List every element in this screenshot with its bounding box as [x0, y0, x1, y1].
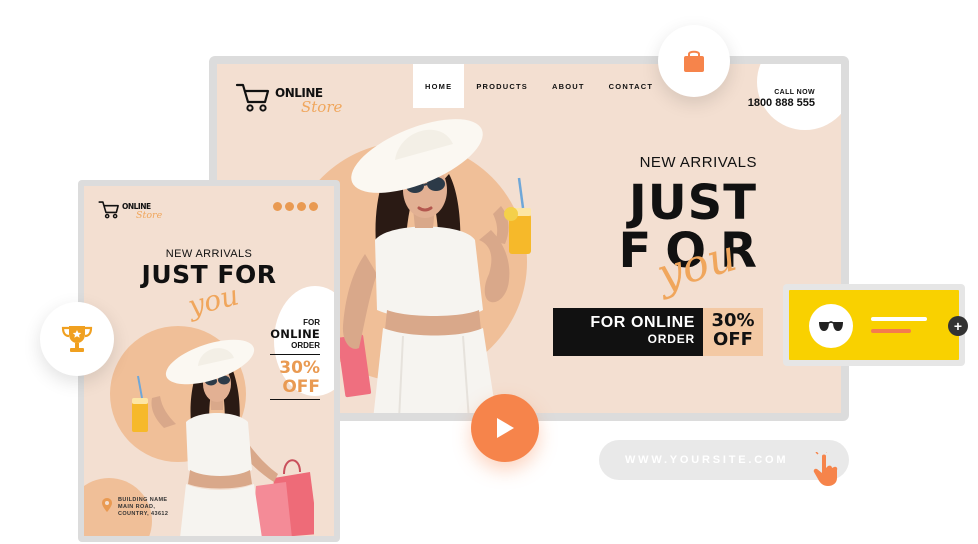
- promo-discount: 30% OFF: [703, 308, 763, 356]
- mobile-logo[interactable]: ONLINE Store: [98, 200, 168, 224]
- social-icons: [273, 202, 318, 211]
- promo-banner[interactable]: FOR ONLINE ORDER 30% OFF: [553, 308, 763, 356]
- shopping-bag-badge[interactable]: [658, 25, 730, 97]
- offer-off: OFF: [282, 377, 320, 397]
- sunglasses-icon: [819, 321, 843, 331]
- facebook-icon[interactable]: [285, 202, 294, 211]
- new-arrivals-label: NEW ARRIVALS: [639, 154, 757, 171]
- model-photo: [337, 119, 531, 413]
- call-now-number: 1800 888 555: [747, 97, 815, 109]
- twitter-icon[interactable]: [297, 202, 306, 211]
- mobile-mockup: ONLINE Store NEW ARRIVALS JUST FOR you F…: [78, 180, 340, 542]
- location-pin-icon: [102, 498, 112, 517]
- offer-discount: 30% OFF: [270, 359, 320, 400]
- mobile-address: BUILDING NAME MAIN ROAD, COUNTRY, 43612: [102, 497, 168, 518]
- top-nav: HOME PRODUCTS ABOUT CONTACT: [413, 64, 665, 108]
- feature-card-inner: [789, 290, 959, 360]
- promo-pct: 30%: [711, 310, 755, 331]
- stage: ONLINE Store HOME PRODUCTS ABOUT CONTACT…: [0, 0, 978, 544]
- cart-icon: [98, 200, 120, 220]
- call-now-label: CALL NOW: [774, 89, 815, 96]
- promo-line2: ORDER: [647, 332, 695, 346]
- cart-icon: [235, 82, 271, 114]
- feature-line-1: [871, 317, 927, 321]
- logo-word-store: Store: [136, 210, 163, 221]
- address-line-3: COUNTRY, 43612: [118, 511, 169, 517]
- offer-for: FOR: [303, 318, 320, 327]
- feature-line-2: [871, 329, 911, 333]
- url-text: WWW.YOURSITE.COM: [625, 454, 789, 466]
- pointer-hand-icon: [813, 452, 838, 486]
- play-button[interactable]: [471, 394, 539, 462]
- promo-line1: FOR ONLINE: [590, 314, 695, 331]
- mobile-offer[interactable]: FOR ONLINE ORDER 30% OFF: [270, 318, 320, 400]
- offer-online: ONLINE: [270, 327, 320, 341]
- call-now[interactable]: CALL NOW 1800 888 555: [748, 89, 815, 109]
- trophy-badge[interactable]: [40, 302, 114, 376]
- address-line-1: BUILDING NAME: [118, 497, 168, 503]
- nav-about[interactable]: ABOUT: [540, 64, 597, 108]
- feature-card[interactable]: [783, 284, 965, 366]
- promo-off: OFF: [713, 329, 753, 350]
- pinterest-icon[interactable]: [309, 202, 318, 211]
- sunglasses-badge: [809, 304, 853, 348]
- plus-icon[interactable]: +: [948, 316, 968, 336]
- nav-products[interactable]: PRODUCTS: [464, 64, 540, 108]
- offer-order: ORDER: [270, 341, 320, 355]
- instagram-icon[interactable]: [273, 202, 282, 211]
- trophy-icon: [61, 326, 93, 352]
- mobile-screen: ONLINE Store NEW ARRIVALS JUST FOR you F…: [84, 186, 334, 536]
- mobile-new-arrivals: NEW ARRIVALS: [165, 248, 253, 260]
- headline-just: JUST: [628, 175, 757, 231]
- nav-contact[interactable]: CONTACT: [597, 64, 666, 108]
- nav-home[interactable]: HOME: [413, 64, 465, 108]
- offer-pct: 30%: [279, 358, 320, 378]
- address-line-2: MAIN ROAD,: [118, 504, 156, 510]
- promo-online-order: FOR ONLINE ORDER: [553, 308, 703, 356]
- shopping-bag-icon: [684, 50, 704, 72]
- address-text: BUILDING NAME MAIN ROAD, COUNTRY, 43612: [118, 497, 168, 518]
- play-icon: [497, 418, 514, 438]
